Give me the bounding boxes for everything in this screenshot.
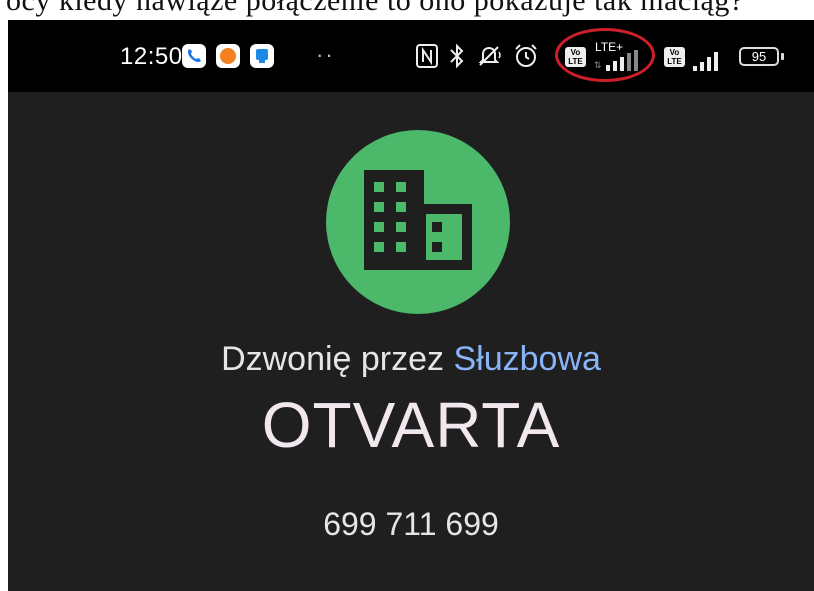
signal-icon: [691, 50, 721, 71]
article-caption-strip: ócy kiedy nawiąże połączenie to ono poka…: [0, 0, 814, 20]
battery-tip: [781, 53, 784, 60]
alarm-icon: [513, 42, 539, 75]
status-bar: 12:50 ·· Vo LTE LTE+ ⇅ Vo LTE 95: [8, 20, 814, 92]
article-caption: ócy kiedy nawiąże połączenie to ono poka…: [6, 0, 744, 17]
orange-app-icon: [216, 44, 240, 68]
contact-avatar: [326, 130, 510, 314]
volte-icon-2: Vo LTE: [664, 47, 685, 67]
caller-number: 699 711 699: [323, 506, 499, 542]
sim-account-name[interactable]: Słuzbowa: [454, 340, 601, 378]
blue-app-icon: [250, 44, 274, 68]
nfc-icon: [415, 42, 439, 75]
red-annotation-circle: [555, 28, 655, 82]
phone-screen: 12:50 ·· Vo LTE LTE+ ⇅ Vo LTE 95 Dzwonię…: [8, 20, 814, 591]
calling-via-line: Dzwonię przez Słuzbowa: [8, 340, 814, 379]
clock: 12:50: [120, 43, 183, 70]
battery-icon: 95: [739, 47, 779, 66]
calling-via-prefix: Dzwonię przez: [221, 340, 445, 378]
more-notifications-dots: ··: [316, 42, 335, 67]
business-building-icon: [364, 170, 472, 270]
bluetooth-icon: [448, 42, 466, 75]
phone-app-icon: [182, 44, 206, 68]
mute-icon: [475, 42, 503, 75]
caller-name: OTVARTA: [261, 389, 561, 461]
